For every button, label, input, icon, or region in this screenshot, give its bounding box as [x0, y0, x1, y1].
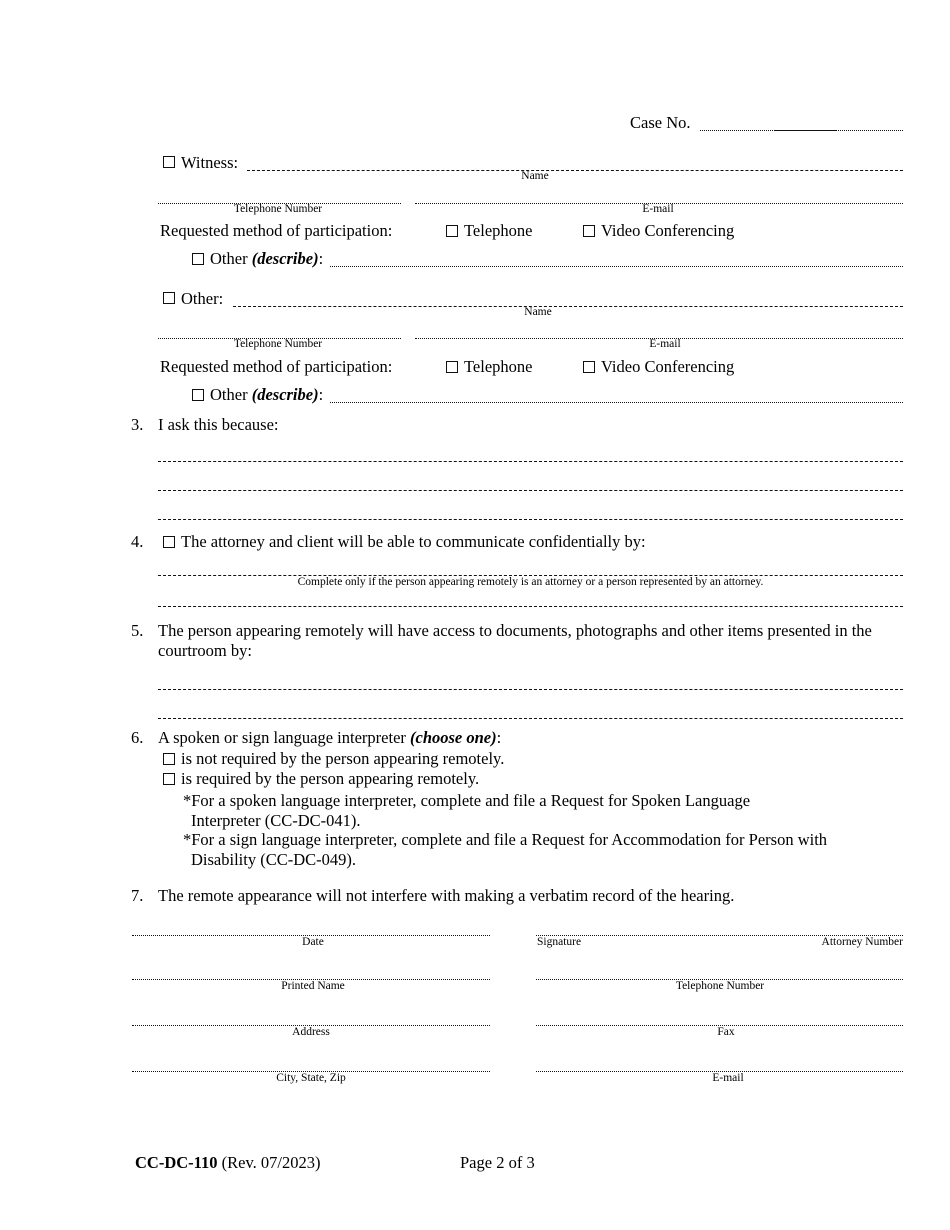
- printed-name-caption: Printed Name: [281, 980, 345, 992]
- item-6-not-required-checkbox[interactable]: [163, 753, 175, 765]
- footer-revision: (Rev. 07/2023): [221, 1153, 321, 1172]
- case-no-label: Case No.: [630, 113, 691, 132]
- other-person-video-option-label: Video Conferencing: [601, 357, 735, 376]
- item-4-text: The attorney and client will be able to …: [181, 532, 646, 551]
- witness-telephone-option-label: Telephone: [464, 221, 533, 240]
- witness-video-option-label: Video Conferencing: [601, 221, 735, 240]
- signature-caption: Signature: [537, 936, 582, 948]
- item-5-answer-line-2[interactable]: [158, 718, 903, 719]
- other-person-name-caption: Name: [524, 306, 552, 318]
- other-person-method-label: Requested method of participation:: [160, 357, 393, 376]
- attorney-number-caption: Attorney Number: [821, 936, 903, 948]
- item-5-number: 5.: [131, 621, 144, 640]
- item-7-text: The remote appearance will not interfere…: [158, 886, 735, 905]
- item-6-choose-one: (choose one): [410, 728, 497, 747]
- other-person-telephone-checkbox[interactable]: [446, 361, 458, 373]
- item-6-note-spoken: *For a spoken language interpreter, comp…: [183, 791, 751, 830]
- other-person-video-checkbox[interactable]: [583, 361, 595, 373]
- item-3-number: 3.: [131, 415, 144, 434]
- other-person-other-checkbox[interactable]: [192, 389, 204, 401]
- witness-other-field-line[interactable]: [330, 266, 903, 267]
- item-5-answer-line-1[interactable]: [158, 689, 903, 690]
- item-6-not-required-label: is not required by the person appearing …: [181, 749, 505, 768]
- fax-caption: Fax: [717, 1026, 735, 1038]
- witness-other-label: Other (describe):: [210, 249, 323, 269]
- email-caption: E-mail: [712, 1072, 744, 1084]
- other-person-telephone-caption: Telephone Number: [233, 338, 323, 350]
- item-4-answer-line-2[interactable]: [158, 606, 903, 607]
- item-4-checkbox[interactable]: [163, 536, 175, 548]
- other-person-checkbox[interactable]: [163, 292, 175, 304]
- witness-other-colon: :: [318, 249, 324, 268]
- item-6-required-label: is required by the person appearing remo…: [181, 769, 480, 788]
- witness-other-text: Other: [210, 249, 248, 268]
- address-caption: Address: [292, 1026, 330, 1038]
- witness-other-describe: (describe): [251, 249, 319, 268]
- city-state-zip-caption: City, State, Zip: [276, 1072, 346, 1084]
- other-person-other-text: Other: [210, 385, 248, 404]
- item-3-answer-line-3[interactable]: [158, 519, 903, 520]
- footer-form-number: CC-DC-110 (Rev. 07/2023): [135, 1153, 320, 1173]
- witness-telephone-caption: Telephone Number: [233, 203, 323, 215]
- item-4-caption: Complete only if the person appearing re…: [297, 576, 764, 588]
- item-6-note-sign: *For a sign language interpreter, comple…: [183, 830, 828, 869]
- item-6-text-after: :: [496, 728, 502, 747]
- witness-video-checkbox[interactable]: [583, 225, 595, 237]
- other-person-other-colon: :: [318, 385, 324, 404]
- other-person-telephone-option-label: Telephone: [464, 357, 533, 376]
- item-4-number: 4.: [131, 532, 144, 551]
- witness-other-checkbox[interactable]: [192, 253, 204, 265]
- item-6-number: 6.: [131, 728, 144, 747]
- witness-checkbox[interactable]: [163, 156, 175, 168]
- witness-name-caption: Name: [521, 170, 549, 182]
- item-6-text-before: A spoken or sign language interpreter: [158, 728, 411, 747]
- other-person-label: Other:: [181, 289, 224, 308]
- witness-label: Witness:: [181, 153, 239, 172]
- telephone-number-caption: Telephone Number: [675, 980, 765, 992]
- footer-page-label: Page 2 of 3: [460, 1153, 535, 1172]
- other-person-other-field-line[interactable]: [330, 402, 903, 403]
- item-3-answer-line-2[interactable]: [158, 490, 903, 491]
- item-5-text: The person appearing remotely will have …: [158, 621, 872, 660]
- footer-form-number-value: CC-DC-110: [135, 1153, 218, 1172]
- item-3-text: I ask this because:: [158, 415, 279, 434]
- other-person-other-describe: (describe): [251, 385, 319, 404]
- other-person-other-label: Other (describe):: [210, 385, 323, 405]
- item-6-required-checkbox[interactable]: [163, 773, 175, 785]
- date-caption: Date: [302, 936, 324, 948]
- witness-telephone-checkbox[interactable]: [446, 225, 458, 237]
- other-person-email-caption: E-mail: [649, 338, 681, 350]
- witness-email-caption: E-mail: [642, 203, 674, 215]
- case-no-field-line-segment[interactable]: [775, 130, 837, 131]
- form-page: Case No. Witness: Name Telephone Number …: [0, 0, 950, 1230]
- item-3-answer-line-1[interactable]: [158, 461, 903, 462]
- item-6-text: A spoken or sign language interpreter (c…: [158, 728, 501, 748]
- witness-method-label: Requested method of participation:: [160, 221, 393, 240]
- item-7-number: 7.: [131, 886, 144, 905]
